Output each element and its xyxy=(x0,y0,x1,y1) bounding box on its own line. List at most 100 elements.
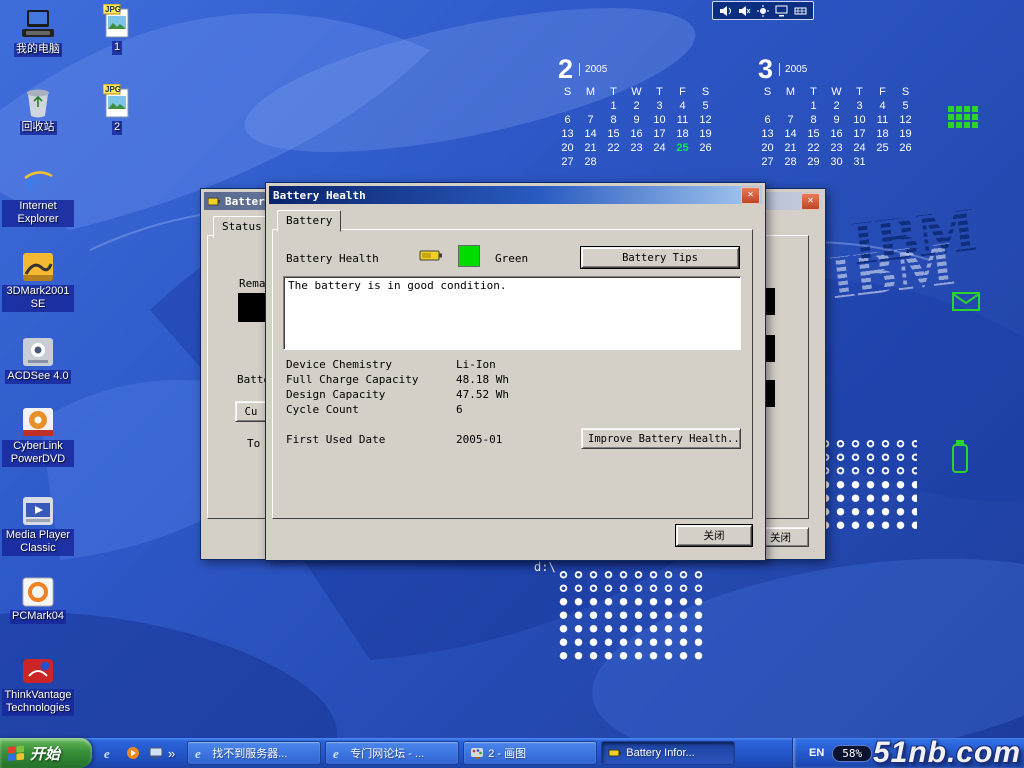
calendar-day-header: S xyxy=(556,86,579,100)
calendar-day: 11 xyxy=(871,114,894,128)
calendar-day: 4 xyxy=(671,100,694,114)
drive-label: d:\ xyxy=(534,560,556,574)
calendar-day: 16 xyxy=(825,128,848,142)
svg-text:e: e xyxy=(195,746,201,760)
quick-launch-overflow-chevron[interactable]: » xyxy=(168,746,175,761)
desktop-icon-internet-explorer[interactable]: eInternet Explorer xyxy=(2,163,74,227)
calendar-day: 25 xyxy=(671,142,694,156)
media-player-icon[interactable] xyxy=(123,743,143,763)
desktop-icon-thinkvantage[interactable]: ThinkVantage Technologies xyxy=(2,652,74,716)
calendar-day: 26 xyxy=(894,142,917,156)
task-label: 找不到服务器... xyxy=(212,745,287,761)
dialog-close-button[interactable]: 关闭 xyxy=(676,525,752,546)
desktop-icon-recycle-bin[interactable]: 回收站 xyxy=(2,84,74,135)
desktop-file-label: 1 xyxy=(112,41,122,55)
calendar-day: 31 xyxy=(848,156,871,170)
taskbar-task-4[interactable]: Battery Infor... xyxy=(601,741,735,765)
desktop-icon-pcmark04[interactable]: PCMark04 xyxy=(2,573,74,624)
calendar-header: 22005 xyxy=(558,56,717,83)
calendar-day: 4 xyxy=(871,100,894,114)
calendar-day: 17 xyxy=(848,128,871,142)
tab-battery[interactable]: Battery xyxy=(277,210,341,232)
desktop-icon-label: 回收站 xyxy=(20,121,57,135)
calculator-grid-icon xyxy=(948,106,980,132)
calendar-day: 10 xyxy=(648,114,671,128)
calendar-day: 10 xyxy=(848,114,871,128)
battery-info-row: Full Charge Capacity48.18 Wh xyxy=(286,373,731,388)
watermark: 51nb.com xyxy=(873,736,1021,768)
calendar-day: 9 xyxy=(825,114,848,128)
condition-textbox[interactable]: The battery is in good condition. xyxy=(283,276,741,350)
calendar-day: 16 xyxy=(625,128,648,142)
keyboard-icon[interactable] xyxy=(794,5,807,17)
calendar-day: 14 xyxy=(579,128,602,142)
calendar-day: 13 xyxy=(756,128,779,142)
mute-icon[interactable] xyxy=(738,5,751,17)
desktop-icon-3dmark2001[interactable]: 3DMark2001 SE xyxy=(2,248,74,312)
calendar-month-number: 3 xyxy=(758,56,773,83)
start-button[interactable]: 开始 xyxy=(0,738,92,768)
calendar-day: 26 xyxy=(694,142,717,156)
battery-info-row: Device ChemistryLi-Ion xyxy=(286,358,731,373)
calendar-header: 3 2005 xyxy=(758,56,917,83)
calendar-day: 15 xyxy=(602,128,625,142)
battery-icon xyxy=(419,249,443,265)
desktop-icon-my-computer[interactable]: 我的电脑 xyxy=(2,6,74,57)
info-label: Full Charge Capacity xyxy=(286,373,456,388)
close-icon[interactable]: ✕ xyxy=(801,193,820,210)
info-label: Device Chemistry xyxy=(286,358,456,373)
desktop-file[interactable]: JPG 1 xyxy=(88,4,146,55)
calendar-day xyxy=(556,100,579,114)
brightness-icon[interactable] xyxy=(757,5,769,17)
svg-text:JPG: JPG xyxy=(105,85,121,94)
taskbar: 开始 e » e 找不到服务器... e专门网论坛 - ...2 - 画图Batte… xyxy=(0,738,1024,768)
tab-status[interactable]: Status xyxy=(213,216,271,238)
dot-pattern xyxy=(818,437,917,478)
start-label: 开始 xyxy=(30,743,60,764)
calendar-day xyxy=(602,156,625,170)
calendar-day: 5 xyxy=(894,100,917,114)
battery-tips-button[interactable]: Battery Tips xyxy=(581,247,739,268)
dot-pattern xyxy=(556,595,708,663)
taskbar-task-3[interactable]: 2 - 画图 xyxy=(463,741,597,765)
close-icon[interactable]: ✕ xyxy=(741,187,760,204)
calendar-day-header: T xyxy=(848,86,871,100)
battery-indicator[interactable]: 58% xyxy=(832,745,872,762)
calendar-day xyxy=(756,100,779,114)
calendar-day: 21 xyxy=(779,142,802,156)
desktop-icon-powerdvd[interactable]: CyberLink PowerDVD xyxy=(2,403,74,467)
calendar-grid: SMTWTFS123456789101112131415161718192021… xyxy=(556,86,717,170)
improve-battery-health-button[interactable]: Improve Battery Health... xyxy=(581,428,741,449)
internet-explorer-icon: e xyxy=(194,746,208,760)
desktop-file[interactable]: JPG2 xyxy=(88,84,146,135)
volume-icon[interactable] xyxy=(719,5,732,17)
calendar-day: 6 xyxy=(556,114,579,128)
show-desktop-icon[interactable] xyxy=(146,743,166,763)
jpg-file-icon: JPG xyxy=(103,4,131,38)
info-value: 6 xyxy=(456,403,463,418)
language-indicator[interactable]: EN xyxy=(809,747,824,759)
task-label: 专门网论坛 - ... xyxy=(350,745,424,761)
desktop-icon-media-player-classic[interactable]: Media Player Classic xyxy=(2,492,74,556)
calendar-day: 8 xyxy=(802,114,825,128)
taskbar-task-2[interactable]: e专门网论坛 - ... xyxy=(325,741,459,765)
battery-icon xyxy=(208,196,221,207)
internet-explorer-icon: e xyxy=(22,163,54,197)
display-icon[interactable] xyxy=(775,5,788,17)
powerdvd-icon xyxy=(22,403,54,437)
calendar-day: 20 xyxy=(556,142,579,156)
calendar-day: 23 xyxy=(825,142,848,156)
taskbar-task-1[interactable]: e 找不到服务器... xyxy=(187,741,321,765)
internet-explorer-icon[interactable]: e xyxy=(100,743,120,763)
desktop-icon-acdsee[interactable]: ACDSee 4.0 xyxy=(2,333,74,384)
battery-panel: Battery Health Green Battery Tips The ba… xyxy=(272,229,753,519)
calendar-day: 27 xyxy=(556,156,579,170)
calendar-day-header: S xyxy=(756,86,779,100)
pcmark04-icon xyxy=(22,573,54,607)
calendar-year: 2005 xyxy=(779,63,807,76)
dialog-titlebar[interactable]: Battery Health ✕ xyxy=(269,186,762,204)
dot-pattern xyxy=(818,478,917,534)
cu-button[interactable]: Cu xyxy=(235,401,267,422)
calendar-day: 19 xyxy=(694,128,717,142)
calendar-day: 12 xyxy=(894,114,917,128)
